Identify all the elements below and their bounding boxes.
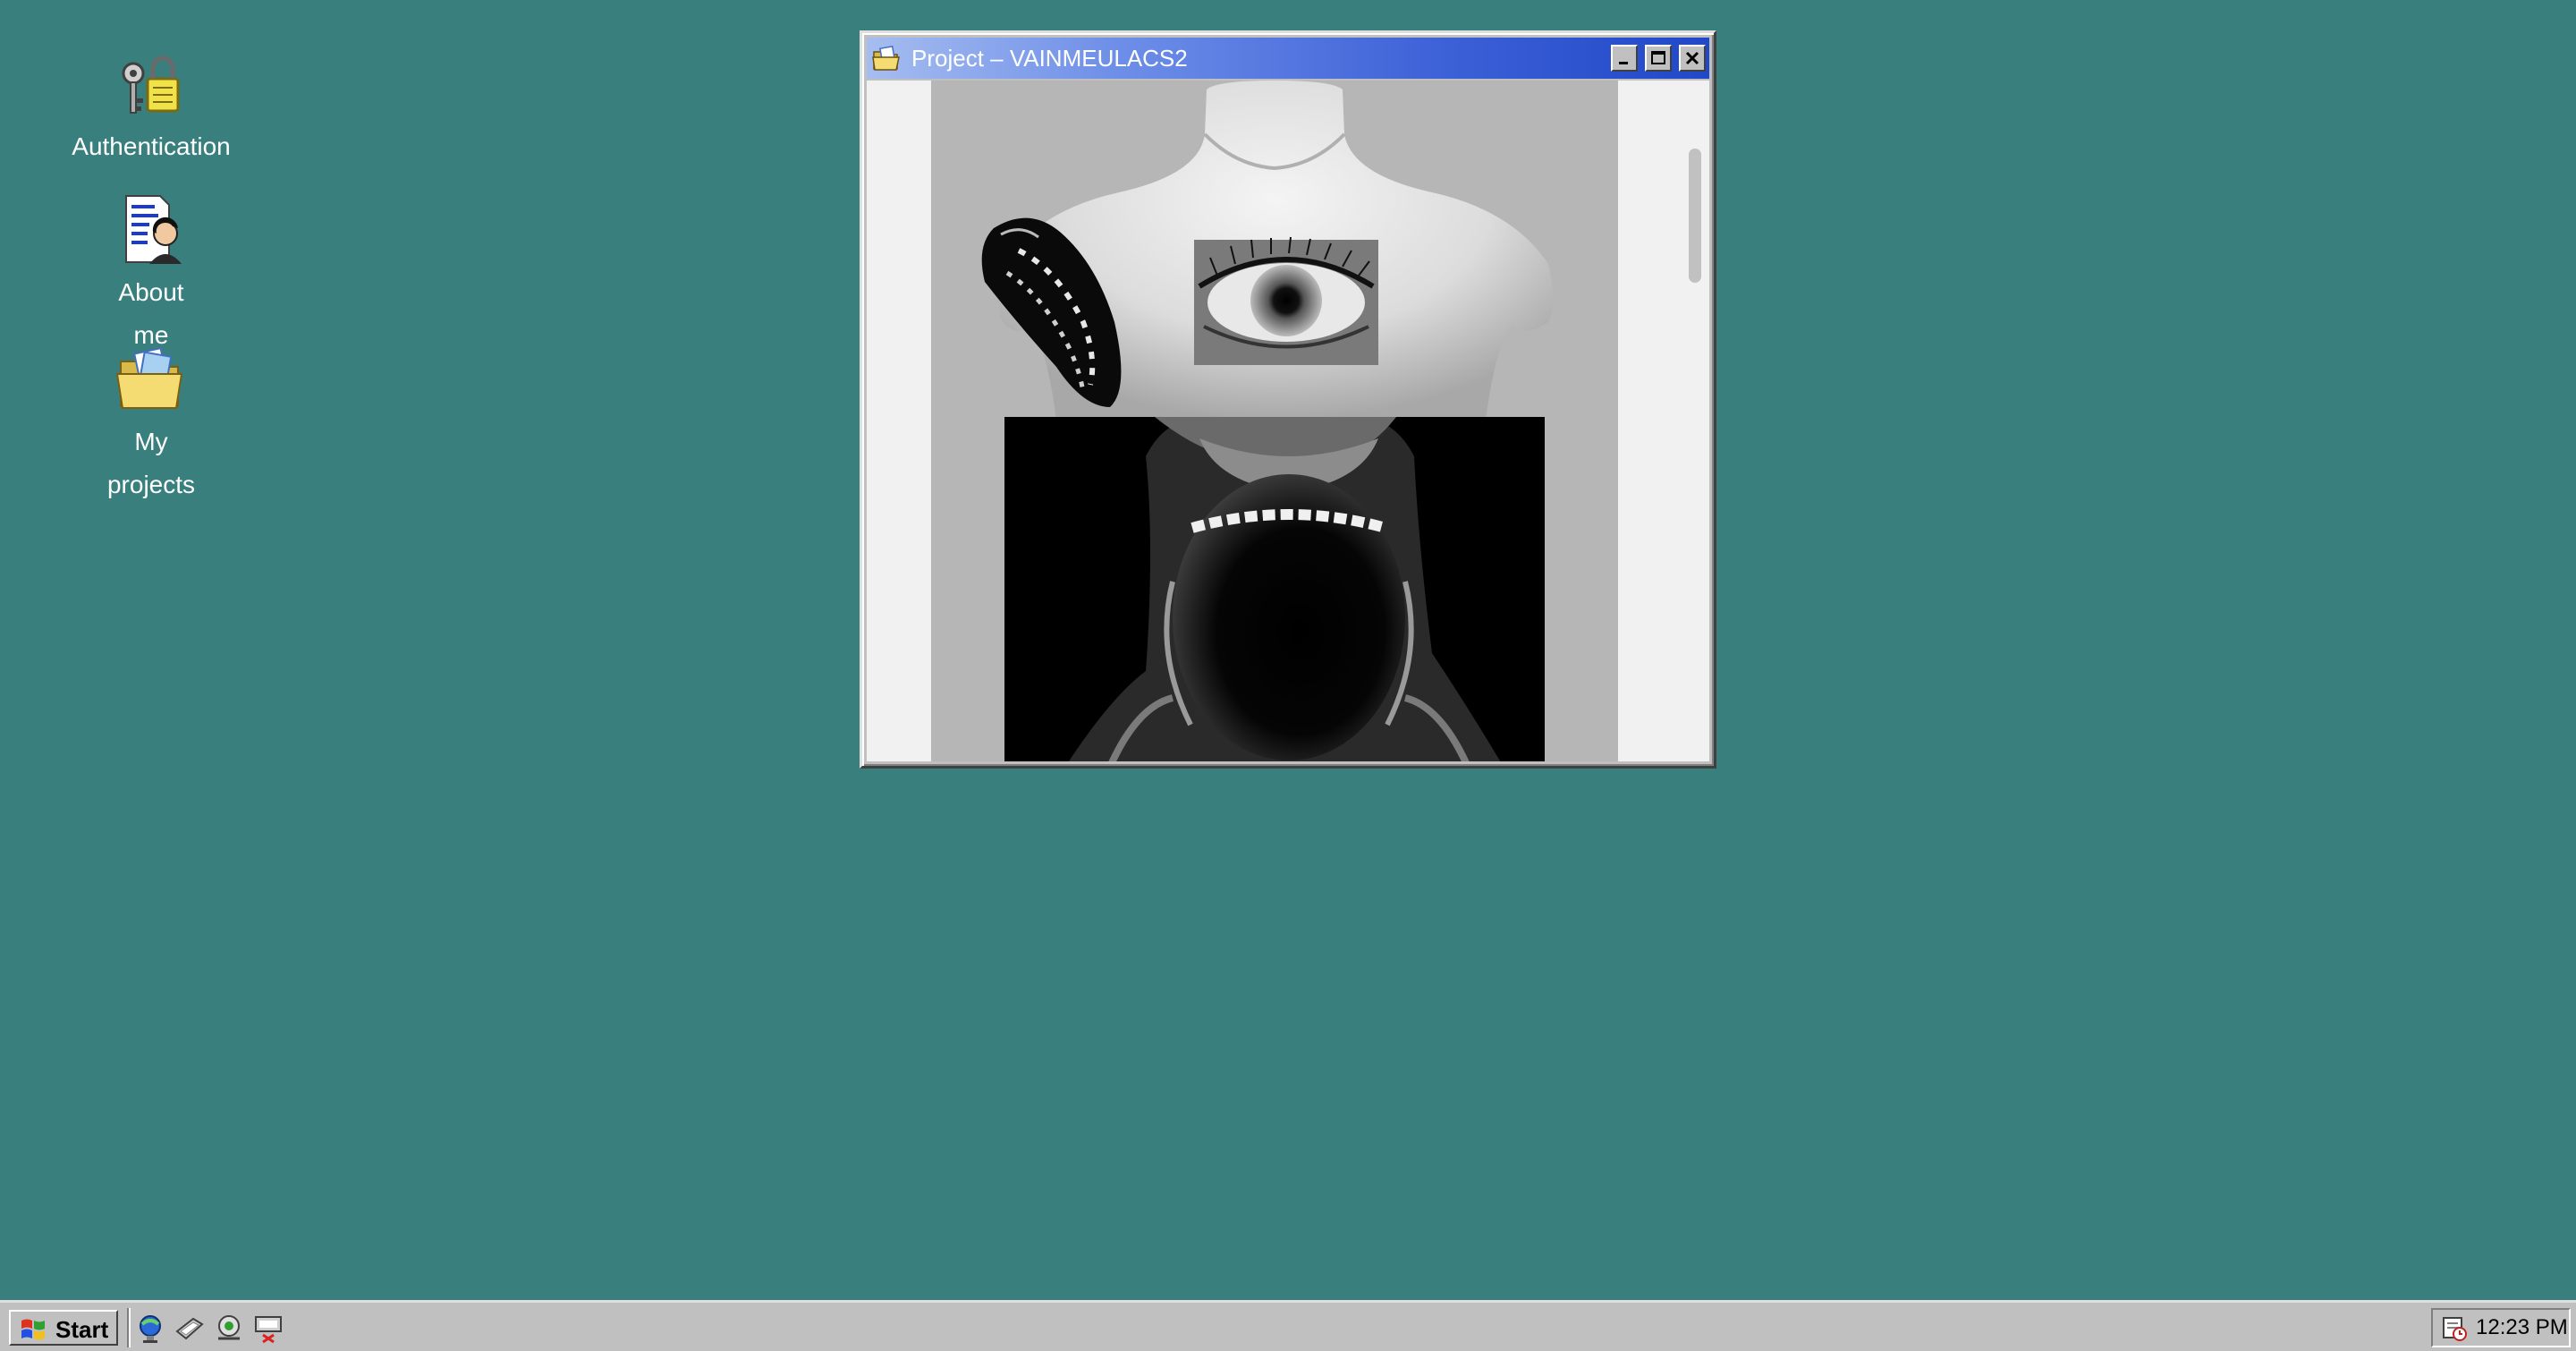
desktop-icon-about-me[interactable]: About me (44, 192, 258, 357)
desktop-icon-label: My projects (106, 428, 196, 498)
clock[interactable]: 12:23 PM (2476, 1315, 2568, 1340)
internet-explorer-icon[interactable] (134, 1312, 166, 1344)
window-title: Project – VAINMEULACS2 (911, 45, 1188, 72)
project-artwork (931, 81, 1618, 761)
project-window[interactable]: Project – VAINMEULACS2 (860, 30, 1716, 769)
scrollbar-thumb[interactable] (1689, 149, 1701, 283)
folder-icon (872, 46, 900, 71)
keys-lock-icon (122, 55, 180, 114)
desktop-icon-my-projects[interactable]: My projects (44, 342, 258, 506)
window-titlebar[interactable]: Project – VAINMEULACS2 (867, 38, 1709, 79)
close-icon (1685, 51, 1699, 65)
desktop-icon-label: Authentication (72, 132, 231, 160)
start-label: Start (55, 1316, 109, 1343)
maximize-icon (1651, 51, 1665, 64)
desktop-icon-authentication[interactable]: Authentication (44, 47, 258, 168)
collage-image (981, 81, 1553, 761)
channels-icon[interactable] (213, 1312, 245, 1344)
folder-icon (115, 347, 183, 409)
minimize-icon (1619, 62, 1628, 64)
desktop-icon[interactable] (174, 1312, 206, 1344)
start-button[interactable]: Start (9, 1310, 118, 1346)
network-icon[interactable] (252, 1312, 284, 1344)
minimize-button[interactable] (1611, 45, 1638, 72)
taskbar-separator (127, 1308, 131, 1347)
window-content (867, 81, 1709, 761)
scheduler-icon[interactable] (2440, 1314, 2469, 1343)
taskbar: Start 12:23 PM (0, 1300, 2576, 1351)
document-person-icon (125, 195, 182, 264)
close-button[interactable] (1679, 45, 1706, 72)
vertical-scrollbar[interactable] (1682, 81, 1709, 761)
system-tray: 12:23 PM (2431, 1308, 2571, 1347)
windows-logo-icon (21, 1319, 45, 1340)
maximize-button[interactable] (1645, 45, 1672, 72)
